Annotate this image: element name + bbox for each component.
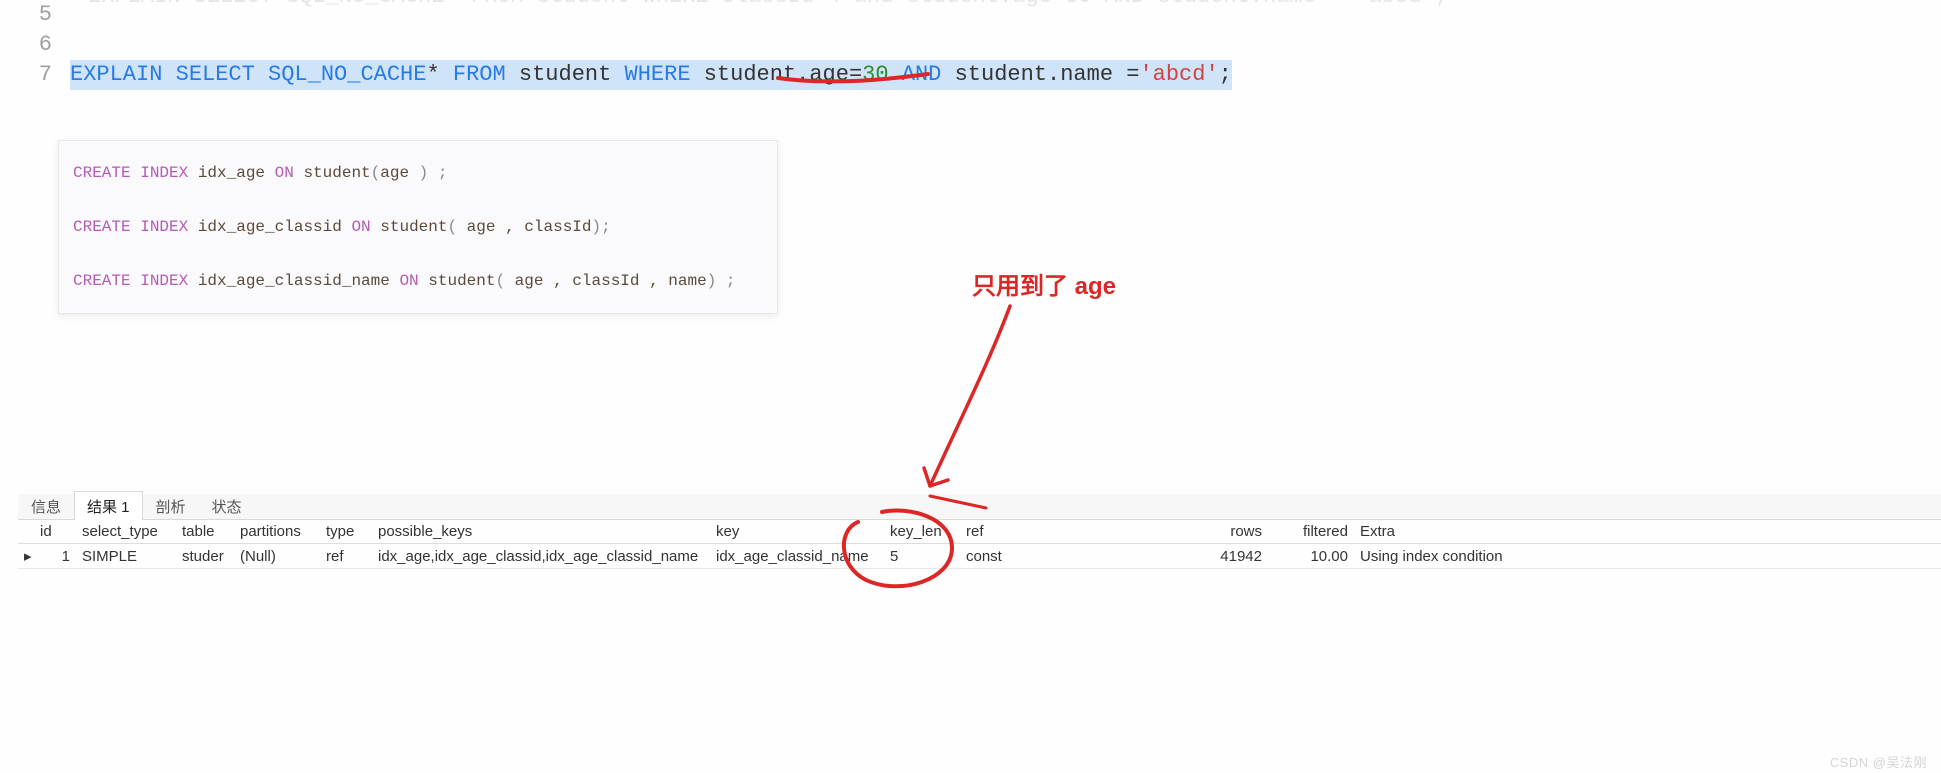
code-snippet-box: CREATE INDEX idx_age ON student(age ) ; …: [58, 140, 778, 314]
table-row[interactable]: ▸ 1 SIMPLE studer (Null) ref idx_age,idx…: [18, 544, 1941, 569]
sql-token: student.age=: [691, 62, 863, 87]
sql-string: 'abcd': [1139, 62, 1218, 87]
annotation-overlay: [0, 0, 1941, 773]
sql-token: [889, 62, 902, 87]
col-key-len[interactable]: key_len: [884, 520, 960, 544]
col-select-type[interactable]: select_type: [76, 520, 176, 544]
sql-keyword: FROM: [453, 62, 506, 87]
line-number: 6: [30, 30, 70, 60]
sql-editor[interactable]: EXPLAIN SELECT SQL_NO_CACHE FROM student…: [0, 0, 1941, 90]
line-number: 5: [30, 0, 70, 30]
sql-keyword: WHERE: [625, 62, 691, 87]
watermark: CSDN @吴法刚: [1830, 752, 1927, 771]
col-possible-keys[interactable]: possible_keys: [372, 520, 710, 544]
code-line-7[interactable]: 7 EXPLAIN SELECT SQL_NO_CACHE* FROM stud…: [30, 60, 1941, 90]
cell-table: studer: [176, 544, 234, 569]
sql-token: ;: [1219, 62, 1232, 87]
col-type[interactable]: type: [320, 520, 372, 544]
col-ref[interactable]: ref: [960, 520, 1206, 544]
sql-token: student.name =: [941, 62, 1139, 87]
cell-possible-keys: idx_age,idx_age_classid,idx_age_classid_…: [372, 544, 710, 569]
annotation-text: 只用到了 age: [972, 266, 1116, 301]
create-index-line-3: CREATE INDEX idx_age_classid_name ON stu…: [73, 269, 763, 293]
code-line-5-partial: EXPLAIN SELECT SQL_NO_CACHE FROM student…: [88, 0, 1448, 9]
col-extra[interactable]: Extra: [1354, 520, 1941, 544]
result-grid[interactable]: id select_type table partitions type pos…: [18, 520, 1941, 569]
col-filtered[interactable]: filtered: [1268, 520, 1354, 544]
tab-result-1[interactable]: 结果 1: [74, 491, 143, 520]
sql-number: 30: [862, 62, 888, 87]
col-table[interactable]: table: [176, 520, 234, 544]
cell-filtered: 10.00: [1268, 544, 1354, 569]
col-id[interactable]: id: [34, 520, 76, 544]
cell-key: idx_age_classid_name: [710, 544, 884, 569]
row-marker-icon: ▸: [18, 544, 34, 569]
tab-info[interactable]: 信息: [18, 491, 74, 520]
create-index-line-1: CREATE INDEX idx_age ON student(age ) ;: [73, 161, 763, 185]
cell-key-len: 5: [884, 544, 960, 569]
col-partitions[interactable]: partitions: [234, 520, 320, 544]
create-index-line-2: CREATE INDEX idx_age_classid ON student(…: [73, 215, 763, 239]
cell-id: 1: [34, 544, 76, 569]
col-marker: [18, 520, 34, 544]
cell-select-type: SIMPLE: [76, 544, 176, 569]
sql-keyword: EXPLAIN SELECT SQL_NO_CACHE: [70, 62, 426, 87]
sql-token: student: [506, 62, 625, 87]
cell-type: ref: [320, 544, 372, 569]
cell-rows: 41942: [1206, 544, 1268, 569]
code-line-6: 6: [30, 30, 1941, 60]
col-key[interactable]: key: [710, 520, 884, 544]
sql-keyword: AND: [902, 62, 942, 87]
cell-ref: const: [960, 544, 1206, 569]
table-header-row: id select_type table partitions type pos…: [18, 520, 1941, 544]
tab-status[interactable]: 状态: [199, 491, 255, 520]
sql-token: *: [426, 62, 452, 87]
cell-extra: Using index condition: [1354, 544, 1941, 569]
col-rows[interactable]: rows: [1206, 520, 1268, 544]
tab-profile[interactable]: 剖析: [143, 491, 199, 520]
line-number: 7: [30, 60, 70, 90]
cell-partitions: (Null): [234, 544, 320, 569]
result-tabs: 信息 结果 1 剖析 状态: [18, 494, 1941, 520]
